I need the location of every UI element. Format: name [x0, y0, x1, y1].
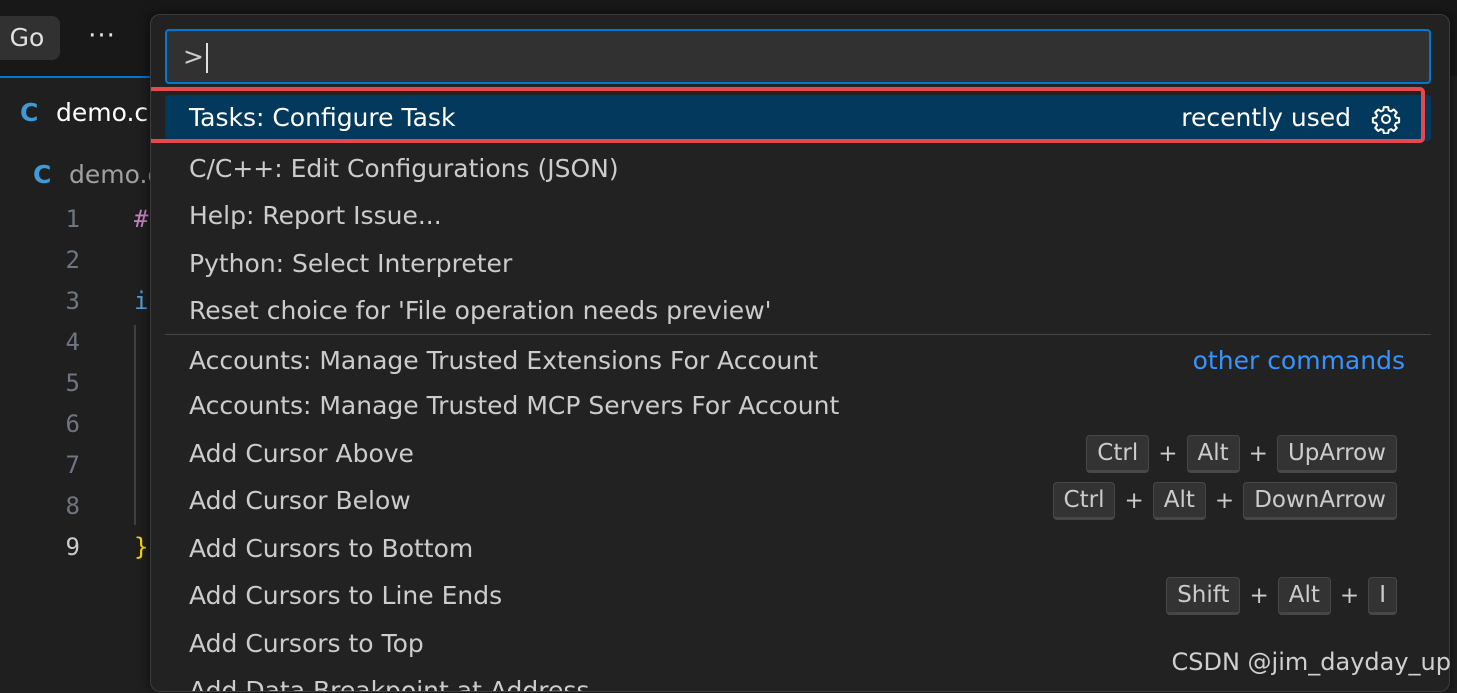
key-plus: +	[1249, 583, 1269, 609]
command-item[interactable]: Accounts: Manage Trusted MCP Servers For…	[165, 383, 1431, 429]
command-input[interactable]: >	[165, 29, 1431, 84]
key-plus: +	[1339, 583, 1360, 609]
line-number: 2	[65, 246, 80, 274]
command-label: Add Cursors to Line Ends	[189, 581, 503, 610]
command-item[interactable]: Add Cursor Above Ctrl + Alt + UpArrow	[165, 431, 1431, 477]
command-item[interactable]: C/C++: Edit Configurations (JSON)	[165, 146, 1431, 192]
command-label: C/C++: Edit Configurations (JSON)	[189, 154, 619, 183]
indent-guide	[134, 325, 136, 525]
more-menu-button[interactable]: ···	[80, 18, 124, 58]
line-number: 3	[65, 287, 80, 315]
command-item[interactable]: Accounts: Manage Trusted Extensions For …	[165, 338, 1431, 384]
command-label: Add Cursors to Top	[189, 629, 424, 658]
command-item[interactable]: Help: Report Issue...	[165, 193, 1431, 239]
command-label: Accounts: Manage Trusted MCP Servers For…	[189, 391, 840, 420]
line-number: 4	[65, 328, 80, 356]
go-menu-button[interactable]: Go	[0, 16, 60, 60]
gear-icon[interactable]	[1371, 104, 1401, 134]
key-plus: +	[1248, 441, 1268, 467]
command-label: Add Cursor Above	[189, 439, 414, 468]
keybinding: Shift + Alt + I	[1166, 577, 1397, 615]
command-label: Add Cursor Below	[189, 486, 411, 515]
keycap: Ctrl	[1052, 482, 1116, 520]
command-label: Accounts: Manage Trusted Extensions For …	[189, 346, 818, 375]
command-item[interactable]: Reset choice for 'File operation needs p…	[165, 288, 1431, 334]
code-line-1[interactable]: #	[134, 205, 148, 233]
watermark: CSDN @jim_dayday_up	[1171, 648, 1451, 676]
command-label: Help: Report Issue...	[189, 201, 442, 230]
line-number: 7	[65, 451, 80, 479]
command-item[interactable]: Add Cursors to Bottom	[165, 526, 1431, 572]
command-label: Python: Select Interpreter	[189, 249, 513, 278]
command-label: Add Cursors to Bottom	[189, 534, 474, 563]
keycap: Shift	[1166, 577, 1241, 615]
line-number: 5	[65, 369, 80, 397]
recently-used-badge: recently used	[1181, 103, 1351, 132]
command-label: Tasks: Configure Task	[189, 103, 456, 132]
keycap: Alt	[1152, 482, 1206, 520]
command-label: Reset choice for 'File operation needs p…	[189, 296, 772, 325]
text-cursor	[205, 43, 208, 73]
key-plus: +	[1214, 488, 1235, 514]
command-palette: > Tasks: Configure Task recently used C/…	[150, 14, 1450, 692]
breadcrumb[interactable]: demo.c	[69, 160, 161, 189]
keycap: Alt	[1277, 577, 1331, 615]
line-number: 8	[65, 492, 80, 520]
line-number: 1	[65, 205, 80, 233]
c-file-icon: C	[20, 98, 39, 127]
keycap: UpArrow	[1276, 435, 1397, 473]
section-divider	[165, 334, 1431, 335]
line-number: 6	[65, 410, 80, 438]
command-item[interactable]: Add Cursor Below Ctrl + Alt + DownArrow	[165, 478, 1431, 524]
other-commands-label: other commands	[1192, 346, 1405, 375]
command-item-tasks-configure-task[interactable]: Tasks: Configure Task recently used	[165, 95, 1431, 141]
command-item[interactable]: Add Cursors to Line Ends Shift + Alt + I	[165, 573, 1431, 619]
command-input-value: >	[183, 42, 204, 71]
command-item[interactable]: Python: Select Interpreter	[165, 241, 1431, 287]
keycap: Alt	[1186, 435, 1240, 473]
keybinding: Ctrl + Alt + DownArrow	[1052, 482, 1397, 520]
line-number-active: 9	[65, 533, 80, 561]
keycap: DownArrow	[1243, 482, 1397, 520]
keycap: Ctrl	[1086, 435, 1150, 473]
code-line-9[interactable]: }	[134, 533, 148, 561]
key-plus: +	[1124, 488, 1144, 514]
key-plus: +	[1158, 441, 1178, 467]
c-file-icon: C	[33, 160, 52, 189]
tab-label[interactable]: demo.c	[56, 98, 148, 127]
keybinding: Ctrl + Alt + UpArrow	[1086, 435, 1397, 473]
command-label: Add Data Breakpoint at Address	[189, 676, 590, 692]
code-line-3[interactable]: i	[134, 287, 148, 315]
keycap: I	[1368, 577, 1397, 615]
